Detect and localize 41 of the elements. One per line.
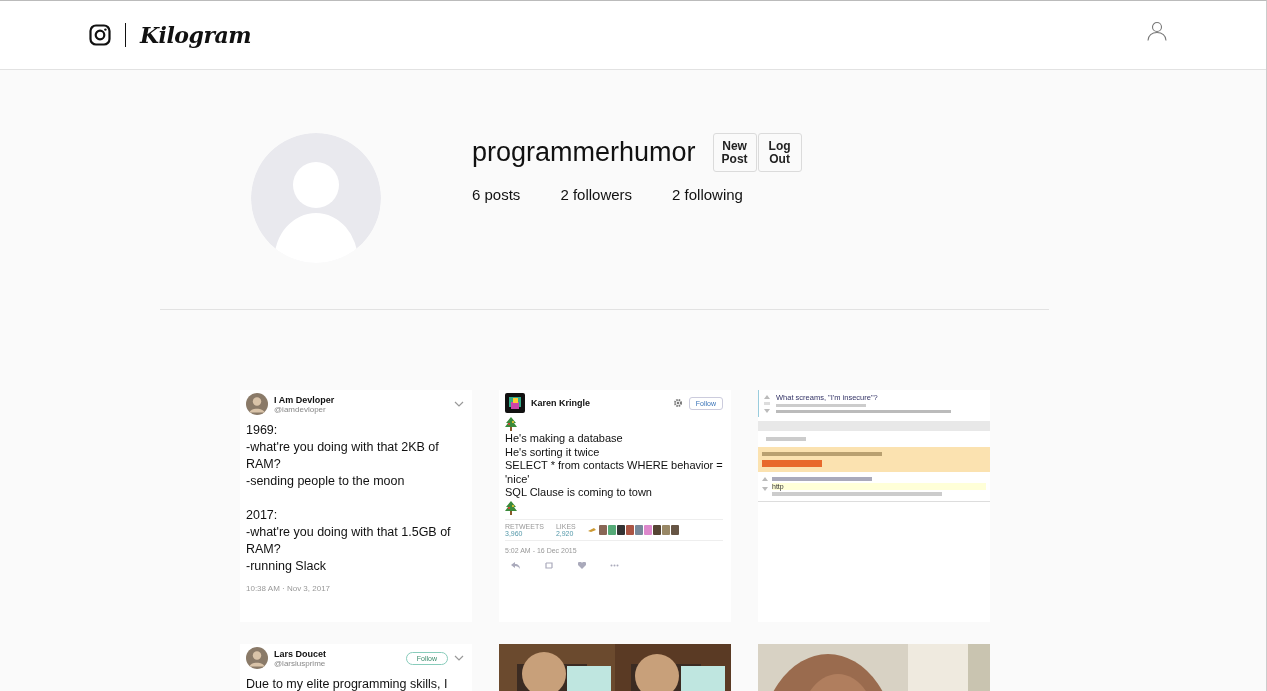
avatar-icon bbox=[505, 393, 525, 413]
tweet-handle: @iamdevloper bbox=[274, 404, 326, 414]
tweet-text: SQL Clause is coming to town bbox=[505, 486, 653, 500]
tweet-text: -what're you doing with that 1.5GB of RAM? bbox=[246, 524, 452, 558]
tweet-text: -what're you doing with that 2KB of RAM? bbox=[246, 439, 440, 473]
vote-arrows-icon bbox=[762, 477, 768, 491]
camera-icon[interactable] bbox=[89, 24, 111, 46]
tweet-text: Due to my elite programming skills, I bbox=[246, 676, 449, 691]
tweet-time: 10:38 AM · Nov 3, 2017 bbox=[246, 584, 332, 593]
profile-button[interactable]: Log Out bbox=[757, 133, 802, 172]
tweet-author: I Am Devloper bbox=[274, 394, 336, 405]
tweet-text: SELECT * from contacts WHERE behavior = 'nice' bbox=[505, 459, 723, 486]
tweet-text: -running Slack bbox=[246, 558, 327, 575]
tweet-text: 2017: bbox=[246, 507, 279, 524]
post-card[interactable]: I Am Devloper @iamdevloper 1969: -what're you doing with that 2KB of RAM? -sending people to the moon 2017: -what're you doing with that 1.5GB of RAM? -running Slack 10:38 AM · Nov 3, 2017 bbox=[240, 390, 472, 622]
tweet-handle: @larsiusprime bbox=[274, 658, 327, 668]
vote-arrows-icon bbox=[763, 393, 771, 414]
tweet-author: Lars Doucet bbox=[274, 648, 327, 659]
profile-stat: 2 followers bbox=[560, 186, 633, 203]
more-icon[interactable] bbox=[610, 563, 619, 567]
user-icon[interactable] bbox=[1147, 21, 1167, 41]
tweet-author: Karen Kringle bbox=[531, 398, 591, 408]
tree-icon bbox=[505, 417, 517, 431]
chevron-icon[interactable] bbox=[454, 401, 464, 407]
profile-button[interactable]: New Post bbox=[712, 133, 757, 172]
tweet-text: He's making a database bbox=[505, 432, 624, 446]
avatar-icon bbox=[246, 393, 268, 415]
settings-icon[interactable] bbox=[672, 398, 683, 408]
profile-stat: 2 following bbox=[672, 186, 743, 203]
tweet-text: 1969: bbox=[246, 422, 279, 439]
tweet-text: -sending people to the moon bbox=[246, 473, 406, 490]
avatar-icon bbox=[246, 647, 268, 669]
reply-icon[interactable] bbox=[511, 561, 520, 569]
tree-icon bbox=[505, 500, 517, 515]
tweet-text: He's sorting it twice bbox=[505, 445, 601, 459]
blurred-text-drawing bbox=[766, 437, 806, 441]
logo[interactable]: Kilogram bbox=[140, 22, 252, 48]
username: programmerhumor bbox=[472, 137, 696, 168]
chevron-icon[interactable] bbox=[454, 655, 464, 661]
heart-icon[interactable] bbox=[578, 561, 586, 569]
profile-stat: 6 posts bbox=[472, 186, 521, 203]
